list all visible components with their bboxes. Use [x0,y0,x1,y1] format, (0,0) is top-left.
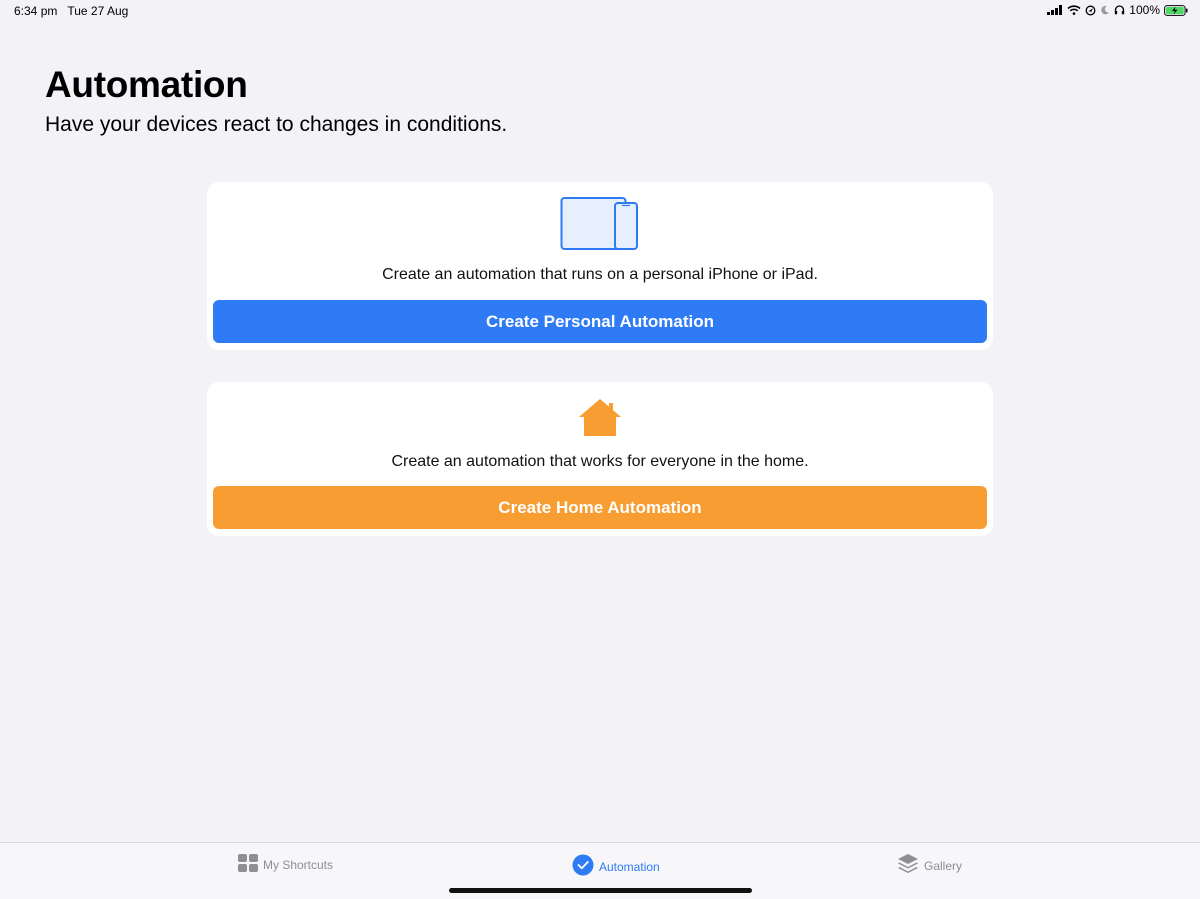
personal-automation-card: Create an automation that runs on a pers… [207,182,993,350]
layers-icon [897,854,919,877]
battery-charging-icon [1164,4,1188,16]
home-icon [578,398,622,443]
tab-bar: My Shortcuts Automation Gallery [0,842,1200,899]
location-icon [1085,5,1096,16]
devices-icon [560,196,640,257]
home-automation-card: Create an automation that works for ever… [207,382,993,536]
automation-screen: 6:34 pm Tue 27 Aug 100% Automation Have … [0,0,1200,899]
tab-label: My Shortcuts [263,857,334,872]
page-title: Automation [45,64,248,105]
status-bar: 6:34 pm Tue 27 Aug 100% [0,0,1200,22]
home-automation-description: Create an automation that works for ever… [391,453,809,470]
tab-gallery[interactable]: Gallery [897,854,962,877]
home-indicator[interactable] [449,888,752,893]
status-time: 6:34 pm [14,4,58,18]
create-home-automation-button[interactable]: Create Home Automation [213,486,987,529]
tab-my-shortcuts[interactable]: My Shortcuts [238,854,333,875]
automation-check-icon [572,854,594,879]
tab-label: Automation [599,859,660,874]
grid-icon [238,854,258,875]
tab-label: Gallery [924,858,963,873]
page-subtitle: Have your devices react to changes in co… [45,113,508,136]
personal-automation-description: Create an automation that runs on a pers… [382,266,818,283]
moon-icon [1100,5,1110,15]
tab-automation[interactable]: Automation [572,854,660,879]
status-right: 100% [1047,3,1188,17]
create-personal-automation-button[interactable]: Create Personal Automation [213,300,987,343]
headphones-icon [1114,5,1125,15]
wifi-icon [1067,5,1081,15]
signal-icon [1047,5,1063,15]
status-left: 6:34 pm Tue 27 Aug [14,4,128,18]
status-date: Tue 27 Aug [67,4,129,18]
battery-percentage: 100% [1129,3,1160,17]
